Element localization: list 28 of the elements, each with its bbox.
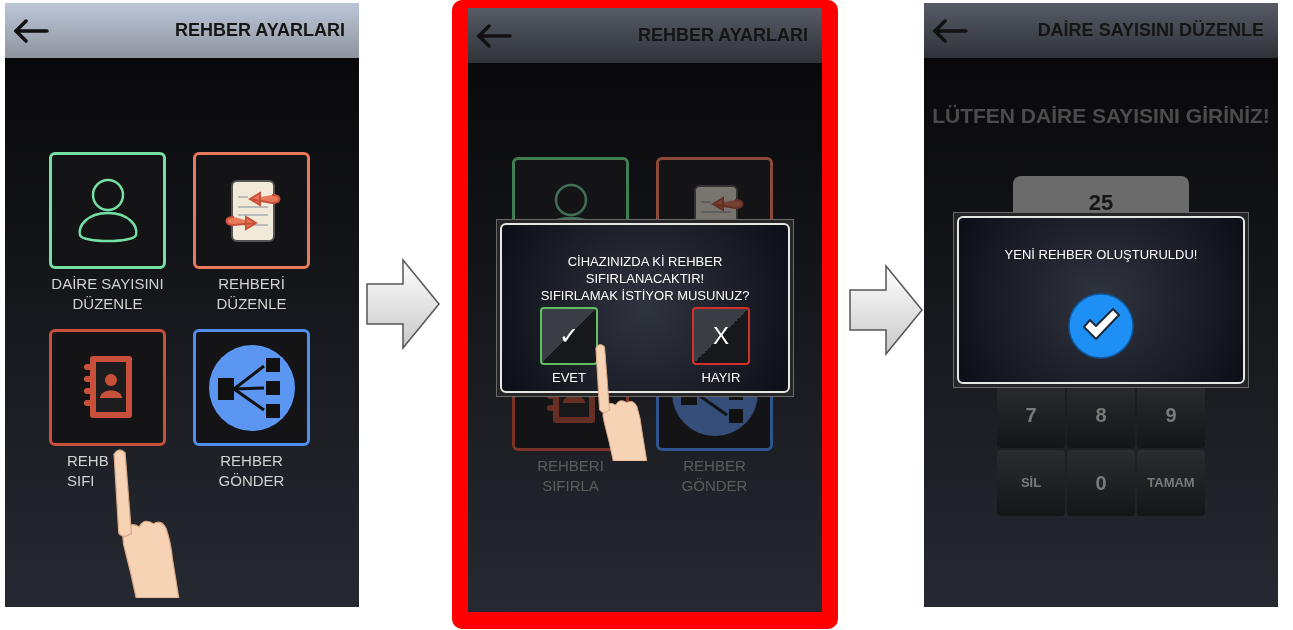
tile-label: REHB SIFI: [66, 451, 110, 491]
confirm-button[interactable]: ✓: [540, 307, 598, 365]
tile-label: REHBER GÖNDER: [680, 456, 749, 496]
tile-label: REHBER GÖNDER: [217, 451, 286, 491]
right-arrow-icon: [365, 258, 441, 350]
share-network-icon: [207, 343, 296, 432]
menu-tile[interactable]: [193, 152, 310, 269]
screen-title: REHBER AYARLARI: [637, 24, 809, 47]
button-label: EVET: [552, 369, 586, 387]
dialog-message: CİHAZINIZDA Kİ REHBER SIFIRLANACAKTIR! SIFIRLAMAK İSTİYOR MUSUNUZ?: [540, 253, 750, 304]
tile-label: DAİRE SAYISINI DÜZENLE: [50, 274, 165, 314]
dialog-message: YENİ REHBER OLUŞTURULDU!: [1004, 246, 1198, 263]
keypad-key[interactable]: TAMAM: [1137, 449, 1205, 516]
screen-title: DAİRE SAYISINI DÜZENLE: [1037, 19, 1265, 42]
right-arrow-icon: [848, 264, 924, 356]
check-circle-icon: [1068, 293, 1134, 359]
tile-label: REHBERI SIFIRLA: [536, 456, 605, 496]
back-arrow-icon[interactable]: [13, 18, 49, 43]
prompt-text: LÜTFEN DAİRE SAYISINI GİRİNİZ!: [932, 103, 1270, 129]
menu-tile[interactable]: [49, 329, 166, 446]
screen-title: REHBER AYARLARI: [174, 19, 346, 42]
keypad-key[interactable]: SİL: [997, 449, 1065, 516]
tile-label: REHBERİ DÜZENLE: [215, 274, 288, 314]
keypad-key[interactable]: 0: [1067, 449, 1135, 516]
button-label: HAYIR: [701, 369, 741, 387]
person-icon: [75, 176, 140, 245]
menu-tile[interactable]: [193, 329, 310, 446]
cancel-button[interactable]: X: [692, 307, 750, 365]
